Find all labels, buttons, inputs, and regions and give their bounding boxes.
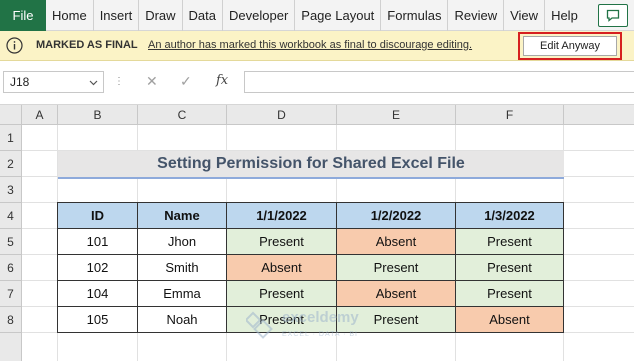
tab-home[interactable]: Home: [46, 0, 94, 31]
exceldemy-watermark: exceldemy EXCEL · DATA · BI: [246, 309, 386, 345]
row-header-7[interactable]: 7: [0, 281, 22, 307]
column-header-next[interactable]: [564, 105, 634, 125]
table-cell-id[interactable]: 102: [57, 255, 138, 281]
formula-bar: J18 ⋮ ✕ ✓ fx: [0, 61, 634, 105]
table-cell-name[interactable]: Jhon: [138, 229, 227, 255]
table-cell-id[interactable]: 101: [57, 229, 138, 255]
edit-anyway-button[interactable]: Edit Anyway: [523, 36, 617, 56]
table-cell-status[interactable]: Present: [337, 255, 456, 281]
worksheet-grid[interactable]: A B C D E F 1 2 3 4 5 6 7 8 Setting Perm…: [0, 105, 634, 361]
exceldemy-logo-icon: [246, 311, 273, 339]
row-header-4[interactable]: 4: [0, 203, 22, 229]
row-header-1[interactable]: 1: [0, 125, 22, 151]
column-header-a[interactable]: A: [22, 105, 58, 125]
table-cell-status[interactable]: Present: [456, 255, 564, 281]
table-header-date-1[interactable]: 1/1/2022: [227, 202, 337, 229]
column-header-b[interactable]: B: [58, 105, 138, 125]
message-link[interactable]: An author has marked this workbook as fi…: [148, 39, 472, 51]
table-cell-status[interactable]: Present: [456, 281, 564, 307]
row-header-2[interactable]: 2: [0, 151, 22, 177]
row-header-8[interactable]: 8: [0, 307, 22, 333]
tab-help[interactable]: Help: [545, 0, 584, 31]
table-cell-status[interactable]: Present: [227, 281, 337, 307]
table-cell-status[interactable]: Present: [227, 229, 337, 255]
ribbon-tabs: Home Insert Draw Data Developer Page Lay…: [46, 0, 584, 31]
table-header-date-2[interactable]: 1/2/2022: [337, 202, 456, 229]
tab-data[interactable]: Data: [183, 0, 224, 31]
column-header-c[interactable]: C: [138, 105, 227, 125]
tab-page-layout[interactable]: Page Layout: [295, 0, 382, 31]
tab-insert[interactable]: Insert: [94, 0, 140, 31]
formula-input[interactable]: [244, 71, 634, 93]
table-cell-id[interactable]: 104: [57, 281, 138, 307]
name-box[interactable]: J18: [3, 71, 104, 93]
tab-developer[interactable]: Developer: [223, 0, 296, 31]
row-header-3[interactable]: 3: [0, 177, 22, 203]
table-cell-name[interactable]: Noah: [138, 307, 227, 333]
confirm-icon[interactable]: ✓: [180, 73, 192, 90]
table-cell-status[interactable]: Absent: [456, 307, 564, 333]
select-all-corner[interactable]: [0, 105, 22, 125]
cancel-icon[interactable]: ✕: [146, 73, 158, 90]
tab-view[interactable]: View: [504, 0, 546, 31]
table-cell-status[interactable]: Present: [456, 229, 564, 255]
column-header-e[interactable]: E: [337, 105, 456, 125]
name-box-value: J18: [10, 75, 30, 89]
column-header-f[interactable]: F: [456, 105, 564, 125]
insert-function-icon[interactable]: fx: [216, 73, 228, 88]
tab-formulas[interactable]: Formulas: [381, 0, 449, 31]
table-cell-id[interactable]: 105: [57, 307, 138, 333]
watermark-tagline: EXCEL · DATA · BI: [282, 331, 358, 338]
row-header-next[interactable]: [0, 333, 22, 361]
row-header-6[interactable]: 6: [0, 255, 22, 281]
watermark-name: exceldemy: [282, 309, 359, 326]
sheet-title[interactable]: Setting Permission for Shared Excel File: [58, 151, 564, 179]
message-title: MARKED AS FINAL: [36, 39, 138, 51]
column-header-d[interactable]: D: [227, 105, 337, 125]
ribbon-tab-bar: File Home Insert Draw Data Developer Pag…: [0, 0, 634, 31]
table-header-id[interactable]: ID: [57, 202, 138, 229]
tab-review[interactable]: Review: [448, 0, 505, 31]
file-tab[interactable]: File: [0, 0, 46, 31]
table-cell-status[interactable]: Absent: [337, 229, 456, 255]
table-cell-status[interactable]: Absent: [337, 281, 456, 307]
formula-bar-grip-icon[interactable]: ⋮: [114, 76, 125, 87]
table-cell-name[interactable]: Emma: [138, 281, 227, 307]
table-cell-name[interactable]: Smith: [138, 255, 227, 281]
info-icon: [6, 37, 23, 54]
comments-button[interactable]: [598, 4, 628, 27]
tab-draw[interactable]: Draw: [139, 0, 183, 31]
comment-icon: [606, 9, 620, 22]
row-header-5[interactable]: 5: [0, 229, 22, 255]
table-cell-status[interactable]: Absent: [227, 255, 337, 281]
chevron-down-icon[interactable]: [89, 78, 98, 87]
table-header-date-3[interactable]: 1/3/2022: [456, 202, 564, 229]
table-header-name[interactable]: Name: [138, 202, 227, 229]
